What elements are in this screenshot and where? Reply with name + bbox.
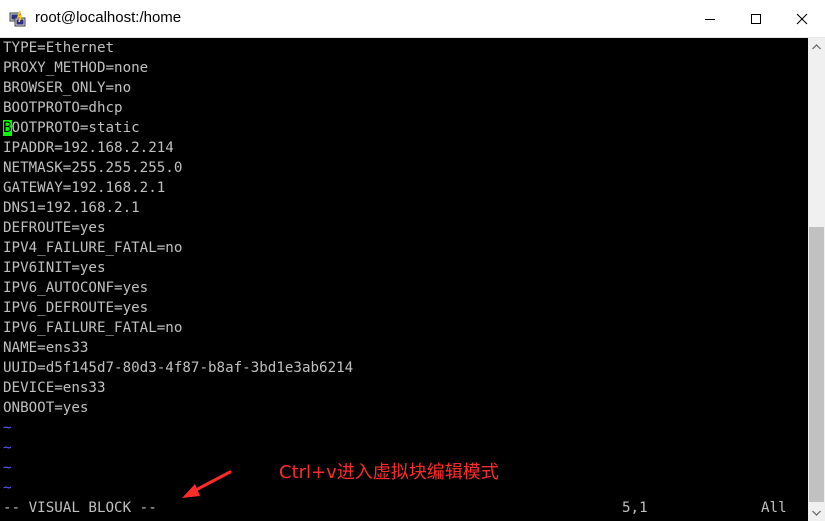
- terminal-line: BROWSER_ONLY=no: [3, 80, 132, 96]
- terminal-line: IPADDR=192.168.2.214: [3, 140, 174, 156]
- annotation-arrow-icon: [182, 470, 232, 498]
- terminal-line: BOOTPROTO=dhcp: [3, 100, 123, 116]
- cursor-position: 5,1: [622, 500, 648, 516]
- scroll-indicator: All: [761, 500, 787, 516]
- title-bar[interactable]: root@localhost:/home: [0, 0, 825, 38]
- scroll-down-button[interactable]: [808, 504, 825, 521]
- terminal-line: DEFROUTE=yes: [3, 220, 106, 236]
- cursor-line-rest: OOTPROTO=static: [11, 120, 140, 136]
- terminal-line: NETMASK=255.255.255.0: [3, 160, 183, 176]
- minimize-button[interactable]: [687, 0, 733, 37]
- terminal-line: IPV6INIT=yes: [3, 260, 106, 276]
- empty-line-marker: ~: [3, 480, 12, 496]
- terminal-window: root@localhost:/home TYPE=Ethernet PROXY…: [0, 0, 825, 521]
- terminal-line: PROXY_METHOD=none: [3, 60, 149, 76]
- maximize-icon: [751, 13, 761, 24]
- terminal-line: UUID=d5f145d7-80d3-4f87-b8af-3bd1e3ab621…: [3, 360, 354, 376]
- terminal-line-cursor: BOOTPROTO=static: [3, 118, 140, 138]
- arrow-up-icon: [812, 43, 821, 49]
- terminal-screen[interactable]: TYPE=Ethernet PROXY_METHOD=none BROWSER_…: [0, 38, 808, 521]
- terminal-line: IPV6_DEFROUTE=yes: [3, 300, 149, 316]
- terminal-line: DNS1=192.168.2.1: [3, 200, 140, 216]
- scroll-up-button[interactable]: [808, 38, 825, 55]
- empty-line-marker: ~: [3, 460, 12, 476]
- terminal-line: IPV6_FAILURE_FATAL=no: [3, 320, 183, 336]
- terminal-line: TYPE=Ethernet: [3, 40, 115, 56]
- close-icon: [796, 13, 808, 24]
- annotation-label: Ctrl+v进入虚拟块编辑模式: [279, 462, 499, 483]
- text-cursor: B: [3, 120, 12, 136]
- window-title: root@localhost:/home: [35, 9, 182, 26]
- vim-mode-indicator: -- VISUAL BLOCK --: [3, 500, 157, 516]
- maximize-button[interactable]: [733, 0, 779, 37]
- terminal-line: IPV4_FAILURE_FATAL=no: [3, 240, 183, 256]
- terminal-line: NAME=ens33: [3, 340, 89, 356]
- terminal-line: GATEWAY=192.168.2.1: [3, 180, 166, 196]
- empty-line-marker: ~: [3, 440, 12, 456]
- terminal-line: ONBOOT=yes: [3, 400, 89, 416]
- putty-terminal-icon: [9, 10, 26, 27]
- scrollbar-thumb[interactable]: [809, 227, 824, 502]
- minimize-icon: [705, 18, 715, 20]
- terminal-line: IPV6_AUTOCONF=yes: [3, 280, 149, 296]
- close-button[interactable]: [779, 0, 825, 37]
- terminal-line: DEVICE=ens33: [3, 380, 106, 396]
- empty-line-marker: ~: [3, 420, 12, 436]
- vertical-scrollbar[interactable]: [808, 38, 825, 521]
- arrow-down-icon: [812, 510, 821, 516]
